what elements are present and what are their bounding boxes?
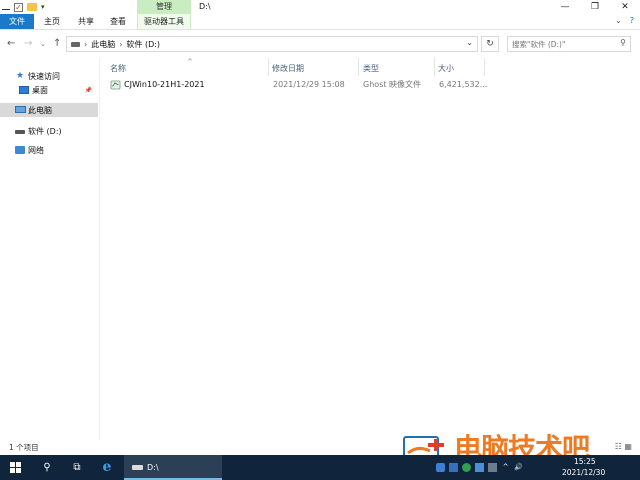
breadcrumb-drive-d[interactable]: 软件 (D:) (126, 39, 160, 50)
tab-file[interactable]: 文件 (0, 14, 34, 29)
column-divider[interactable] (484, 58, 485, 76)
pin-icon[interactable]: 📌 (85, 87, 92, 94)
file-name: CJWin10-21H1-2021 (124, 80, 205, 89)
forward-arrow-icon[interactable]: → (24, 37, 32, 51)
clock-date[interactable]: 2021/12/30 (562, 468, 605, 478)
drive-icon (15, 126, 25, 136)
column-header-date[interactable]: 修改日期 (272, 62, 304, 76)
nav-item-label: 此电脑 (28, 105, 52, 115)
ribbon-tabs: 文件 主页 共享 查看 驱动器工具 ⌄ ? (0, 14, 640, 30)
nav-item-label: 快速访问 (28, 71, 60, 81)
search-box[interactable]: ⚲ (507, 36, 631, 52)
item-count: 1 个项目 (9, 443, 39, 452)
drive-icon (71, 41, 80, 47)
column-divider[interactable] (434, 58, 435, 76)
chevron-right-icon[interactable]: › (119, 40, 122, 49)
tab-drive-tools[interactable]: 驱动器工具 (137, 14, 191, 29)
column-header-size[interactable]: 大小 (438, 62, 454, 76)
refresh-icon: ↻ (486, 39, 494, 49)
column-header-type[interactable]: 类型 (363, 62, 379, 76)
nav-item-desktop[interactable]: 桌面 📌 (0, 83, 98, 97)
tab-share[interactable]: 共享 (74, 14, 98, 29)
nav-item-label: 网络 (28, 145, 44, 155)
ghost-image-file-icon (110, 80, 121, 90)
tray-app-icon[interactable] (475, 463, 484, 472)
recent-locations-icon[interactable]: ⌄ (40, 37, 46, 51)
ribbon-controls: ⌄ ? (615, 16, 634, 25)
network-icon (15, 145, 25, 155)
back-arrow-icon[interactable]: ← (7, 37, 15, 51)
file-type: Ghost 映像文件 (363, 80, 422, 89)
expand-ribbon-icon[interactable]: ⌄ (615, 16, 622, 25)
nav-item-quick-access[interactable]: ★ 快速访问 (0, 69, 98, 83)
help-icon[interactable]: ? (630, 16, 634, 25)
search-icon: ⚲ (620, 38, 626, 47)
tab-home[interactable]: 主页 (40, 14, 64, 29)
address-dropdown-icon[interactable]: ⌄ (466, 38, 473, 47)
app-menu-icon[interactable] (2, 9, 10, 10)
new-folder-icon[interactable] (27, 3, 37, 11)
nav-item-this-pc[interactable]: 此电脑 (0, 103, 98, 117)
address-bar[interactable]: › 此电脑 › 软件 (D:) ⌄ (66, 36, 478, 52)
refresh-button[interactable]: ↻ (481, 36, 499, 52)
column-divider[interactable] (268, 58, 269, 76)
edge-browser-icon[interactable]: e (92, 455, 122, 480)
windows-logo-icon (10, 462, 21, 473)
volume-icon[interactable]: 🔊 (514, 463, 523, 472)
network-tray-icon[interactable] (449, 463, 458, 472)
window-title: D:\ (199, 2, 211, 11)
app-tray-icon[interactable] (462, 463, 471, 472)
tray-app-icon[interactable] (488, 463, 497, 472)
system-tray: ^ 🔊 (436, 455, 523, 480)
desktop-icon (19, 85, 29, 95)
manage-context-header: 管理 (137, 0, 191, 14)
file-date: 2021/12/29 15:08 (273, 80, 345, 89)
file-list: ^ 名称 修改日期 类型 大小 CJWin10-21H1-2021 2021/1… (101, 58, 640, 440)
tab-view[interactable]: 查看 (106, 14, 130, 29)
up-arrow-icon[interactable]: ↑ (53, 37, 61, 51)
close-button[interactable]: ✕ (610, 0, 640, 14)
start-button[interactable] (0, 455, 32, 480)
nav-item-label: 桌面 (32, 85, 48, 95)
column-header-name[interactable]: 名称 (110, 62, 126, 76)
customize-toolbar-icon[interactable]: ▾ (41, 1, 45, 13)
breadcrumb-this-pc[interactable]: 此电脑 (91, 39, 115, 50)
taskbar-explorer-window[interactable]: D:\ (124, 455, 222, 480)
table-row[interactable]: CJWin10-21H1-2021 2021/12/29 15:08 Ghost… (101, 78, 640, 92)
address-row: ← → ⌄ ↑ › 此电脑 › 软件 (D:) ⌄ ↻ ⚲ (0, 31, 640, 57)
task-view-icon[interactable]: ⧉ (62, 455, 92, 480)
star-icon: ★ (15, 71, 25, 81)
taskbar-window-label: D:\ (147, 463, 159, 472)
chevron-right-icon[interactable]: › (84, 40, 87, 49)
window-controls: — ❐ ✕ (550, 0, 640, 14)
nav-item-drive-d[interactable]: 软件 (D:) (0, 124, 98, 138)
quick-access-toolbar: ✓ ▾ (2, 1, 45, 13)
nav-item-network[interactable]: 网络 (0, 143, 98, 157)
clock-time[interactable]: 15:25 (574, 457, 596, 467)
properties-icon[interactable]: ✓ (14, 2, 23, 12)
computer-icon (15, 105, 26, 115)
chevron-up-icon[interactable]: ^ (501, 463, 510, 472)
column-divider[interactable] (358, 58, 359, 76)
taskbar-search-icon[interactable]: ⚲ (32, 455, 62, 480)
maximize-button[interactable]: ❐ (580, 0, 610, 14)
sort-ascending-icon: ^ (187, 58, 193, 66)
nav-item-label: 软件 (D:) (28, 126, 62, 136)
file-size: 6,421,532... (439, 80, 488, 89)
drive-icon (132, 465, 143, 470)
title-bar: ✓ ▾ 管理 D:\ — ❐ ✕ (0, 0, 640, 14)
navigation-pane: ★ 快速访问 桌面 📌 此电脑 软件 (D:) 网络 (0, 58, 100, 440)
taskbar: ⚲ ⧉ e D:\ ^ 🔊 15:25 2021/12/30 (0, 455, 640, 480)
search-input[interactable] (512, 37, 616, 51)
security-shield-icon[interactable] (436, 463, 445, 472)
minimize-button[interactable]: — (550, 0, 580, 14)
